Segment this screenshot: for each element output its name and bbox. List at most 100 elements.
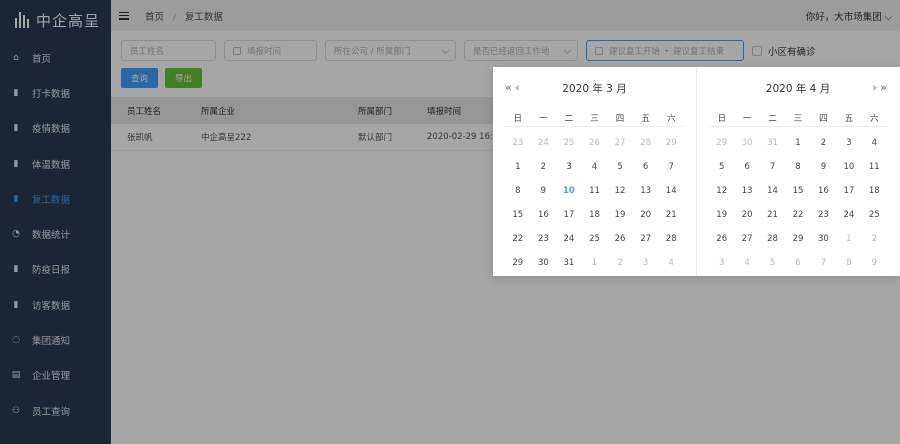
calendar-day[interactable]: 7 <box>658 155 684 179</box>
company-dept-cascader[interactable]: 所在公司 / 所属部门 <box>325 40 456 61</box>
returned-select[interactable]: 是否已经返回工作地 <box>464 40 578 61</box>
calendar-day[interactable]: 31 <box>760 131 785 155</box>
calendar-day[interactable]: 19 <box>607 203 633 227</box>
next-year-icon[interactable]: » <box>880 81 887 94</box>
sidebar-item[interactable]: ◌ 集团通知 <box>0 322 111 357</box>
calendar-day[interactable]: 18 <box>862 179 887 203</box>
calendar-day[interactable]: 29 <box>785 227 810 251</box>
calendar-day[interactable]: 28 <box>658 227 684 251</box>
calendar-day[interactable]: 2 <box>811 131 836 155</box>
calendar-day[interactable]: 13 <box>734 179 759 203</box>
range-start-input[interactable]: 建议复工开始 <box>609 45 660 57</box>
calendar-day[interactable]: 21 <box>760 203 785 227</box>
calendar-day[interactable]: 9 <box>531 179 557 203</box>
calendar-day[interactable]: 13 <box>633 179 659 203</box>
calendar-day[interactable]: 27 <box>607 131 633 155</box>
prev-year-icon[interactable]: « <box>505 81 512 94</box>
calendar-day[interactable]: 1 <box>785 131 810 155</box>
calendar-day[interactable]: 20 <box>633 203 659 227</box>
sidebar-item[interactable]: ▮ 疫情数据 <box>0 111 111 146</box>
calendar-day[interactable]: 4 <box>734 251 759 275</box>
calendar-day[interactable]: 29 <box>658 131 684 155</box>
calendar-day[interactable]: 25 <box>582 227 608 251</box>
calendar-day[interactable]: 17 <box>556 203 582 227</box>
calendar-day[interactable]: 18 <box>582 203 608 227</box>
sidebar-item[interactable]: ◔ 数据统计 <box>0 216 111 251</box>
prev-month-icon[interactable]: ‹ <box>515 81 519 94</box>
sidebar-item[interactable]: ▮ 访客数据 <box>0 287 111 322</box>
calendar-day[interactable]: 30 <box>734 131 759 155</box>
calendar-day[interactable]: 9 <box>811 155 836 179</box>
community-confirmed-checkbox[interactable]: 小区有确诊 <box>752 44 816 58</box>
calendar-day[interactable]: 30 <box>531 251 557 275</box>
calendar-day[interactable]: 7 <box>760 155 785 179</box>
calendar-day[interactable]: 14 <box>760 179 785 203</box>
calendar-day[interactable]: 5 <box>709 155 734 179</box>
sidebar-item[interactable]: ▮ 复工数据 <box>0 181 111 216</box>
calendar-day[interactable]: 27 <box>734 227 759 251</box>
calendar-day[interactable]: 29 <box>709 131 734 155</box>
calendar-day[interactable]: 3 <box>556 155 582 179</box>
calendar-day[interactable]: 3 <box>633 251 659 275</box>
calendar-day[interactable]: 25 <box>862 203 887 227</box>
calendar-day[interactable]: 25 <box>556 131 582 155</box>
calendar-day[interactable]: 16 <box>811 179 836 203</box>
calendar-day[interactable]: 11 <box>862 155 887 179</box>
sidebar-item[interactable]: ▮ 体温数据 <box>0 146 111 181</box>
calendar-day[interactable]: 9 <box>862 251 887 275</box>
employee-name-input[interactable]: 员工姓名 <box>121 40 216 61</box>
calendar-day[interactable]: 11 <box>582 179 608 203</box>
calendar-day[interactable]: 29 <box>505 251 531 275</box>
calendar-day[interactable]: 4 <box>862 131 887 155</box>
query-button[interactable]: 查询 <box>121 68 159 88</box>
calendar-day[interactable]: 2 <box>862 227 887 251</box>
calendar-day[interactable]: 3 <box>836 131 861 155</box>
calendar-day[interactable]: 27 <box>633 227 659 251</box>
calendar-day[interactable]: 23 <box>505 131 531 155</box>
calendar-day[interactable]: 15 <box>505 203 531 227</box>
fill-time-picker[interactable]: 填报时间 <box>224 40 317 61</box>
calendar-day[interactable]: 19 <box>709 203 734 227</box>
calendar-day[interactable]: 23 <box>531 227 557 251</box>
calendar-day[interactable]: 26 <box>582 131 608 155</box>
sidebar-item[interactable]: ▤ 企业管理 <box>0 358 111 393</box>
calendar-day[interactable]: 24 <box>836 203 861 227</box>
sidebar-item[interactable]: ▮ 防疫日报 <box>0 252 111 287</box>
sidebar-item[interactable]: ⌂ 首页 <box>0 40 111 75</box>
calendar-day[interactable]: 15 <box>785 179 810 203</box>
calendar-day[interactable]: 12 <box>709 179 734 203</box>
sidebar-item[interactable]: ▮ 打卡数据 <box>0 75 111 110</box>
calendar-day[interactable]: 26 <box>709 227 734 251</box>
calendar-day[interactable]: 12 <box>607 179 633 203</box>
calendar-day[interactable]: 8 <box>836 251 861 275</box>
calendar-day[interactable]: 22 <box>785 203 810 227</box>
next-month-icon[interactable]: › <box>872 81 876 94</box>
checkbox-box[interactable] <box>752 45 762 56</box>
calendar-day-today[interactable]: 10 <box>556 179 582 203</box>
calendar-day[interactable]: 6 <box>785 251 810 275</box>
user-menu[interactable]: 你好，大市场集团 ⌵ <box>806 9 892 23</box>
calendar-day[interactable]: 24 <box>556 227 582 251</box>
calendar-day[interactable]: 14 <box>658 179 684 203</box>
menu-toggle-icon[interactable] <box>119 11 129 20</box>
calendar-day[interactable]: 20 <box>734 203 759 227</box>
breadcrumb-home[interactable]: 首页 <box>145 12 164 23</box>
calendar-day[interactable]: 6 <box>633 155 659 179</box>
calendar-day[interactable]: 1 <box>836 227 861 251</box>
export-button[interactable]: 导出 <box>165 68 203 88</box>
calendar-day[interactable]: 2 <box>531 155 557 179</box>
calendar-day[interactable]: 17 <box>836 179 861 203</box>
calendar-day[interactable]: 1 <box>505 155 531 179</box>
calendar-day[interactable]: 3 <box>709 251 734 275</box>
return-date-range-picker[interactable]: 建议复工开始 - 建议复工结束 <box>586 40 744 61</box>
calendar-day[interactable]: 7 <box>811 251 836 275</box>
calendar-day[interactable]: 16 <box>531 203 557 227</box>
calendar-day[interactable]: 4 <box>658 251 684 275</box>
calendar-day[interactable]: 6 <box>734 155 759 179</box>
range-end-input[interactable]: 建议复工结束 <box>673 45 724 57</box>
sidebar-item[interactable]: ⚇ 员工查询 <box>0 393 111 428</box>
calendar-day[interactable]: 28 <box>633 131 659 155</box>
calendar-day[interactable]: 23 <box>811 203 836 227</box>
calendar-day[interactable]: 24 <box>531 131 557 155</box>
calendar-day[interactable]: 1 <box>582 251 608 275</box>
